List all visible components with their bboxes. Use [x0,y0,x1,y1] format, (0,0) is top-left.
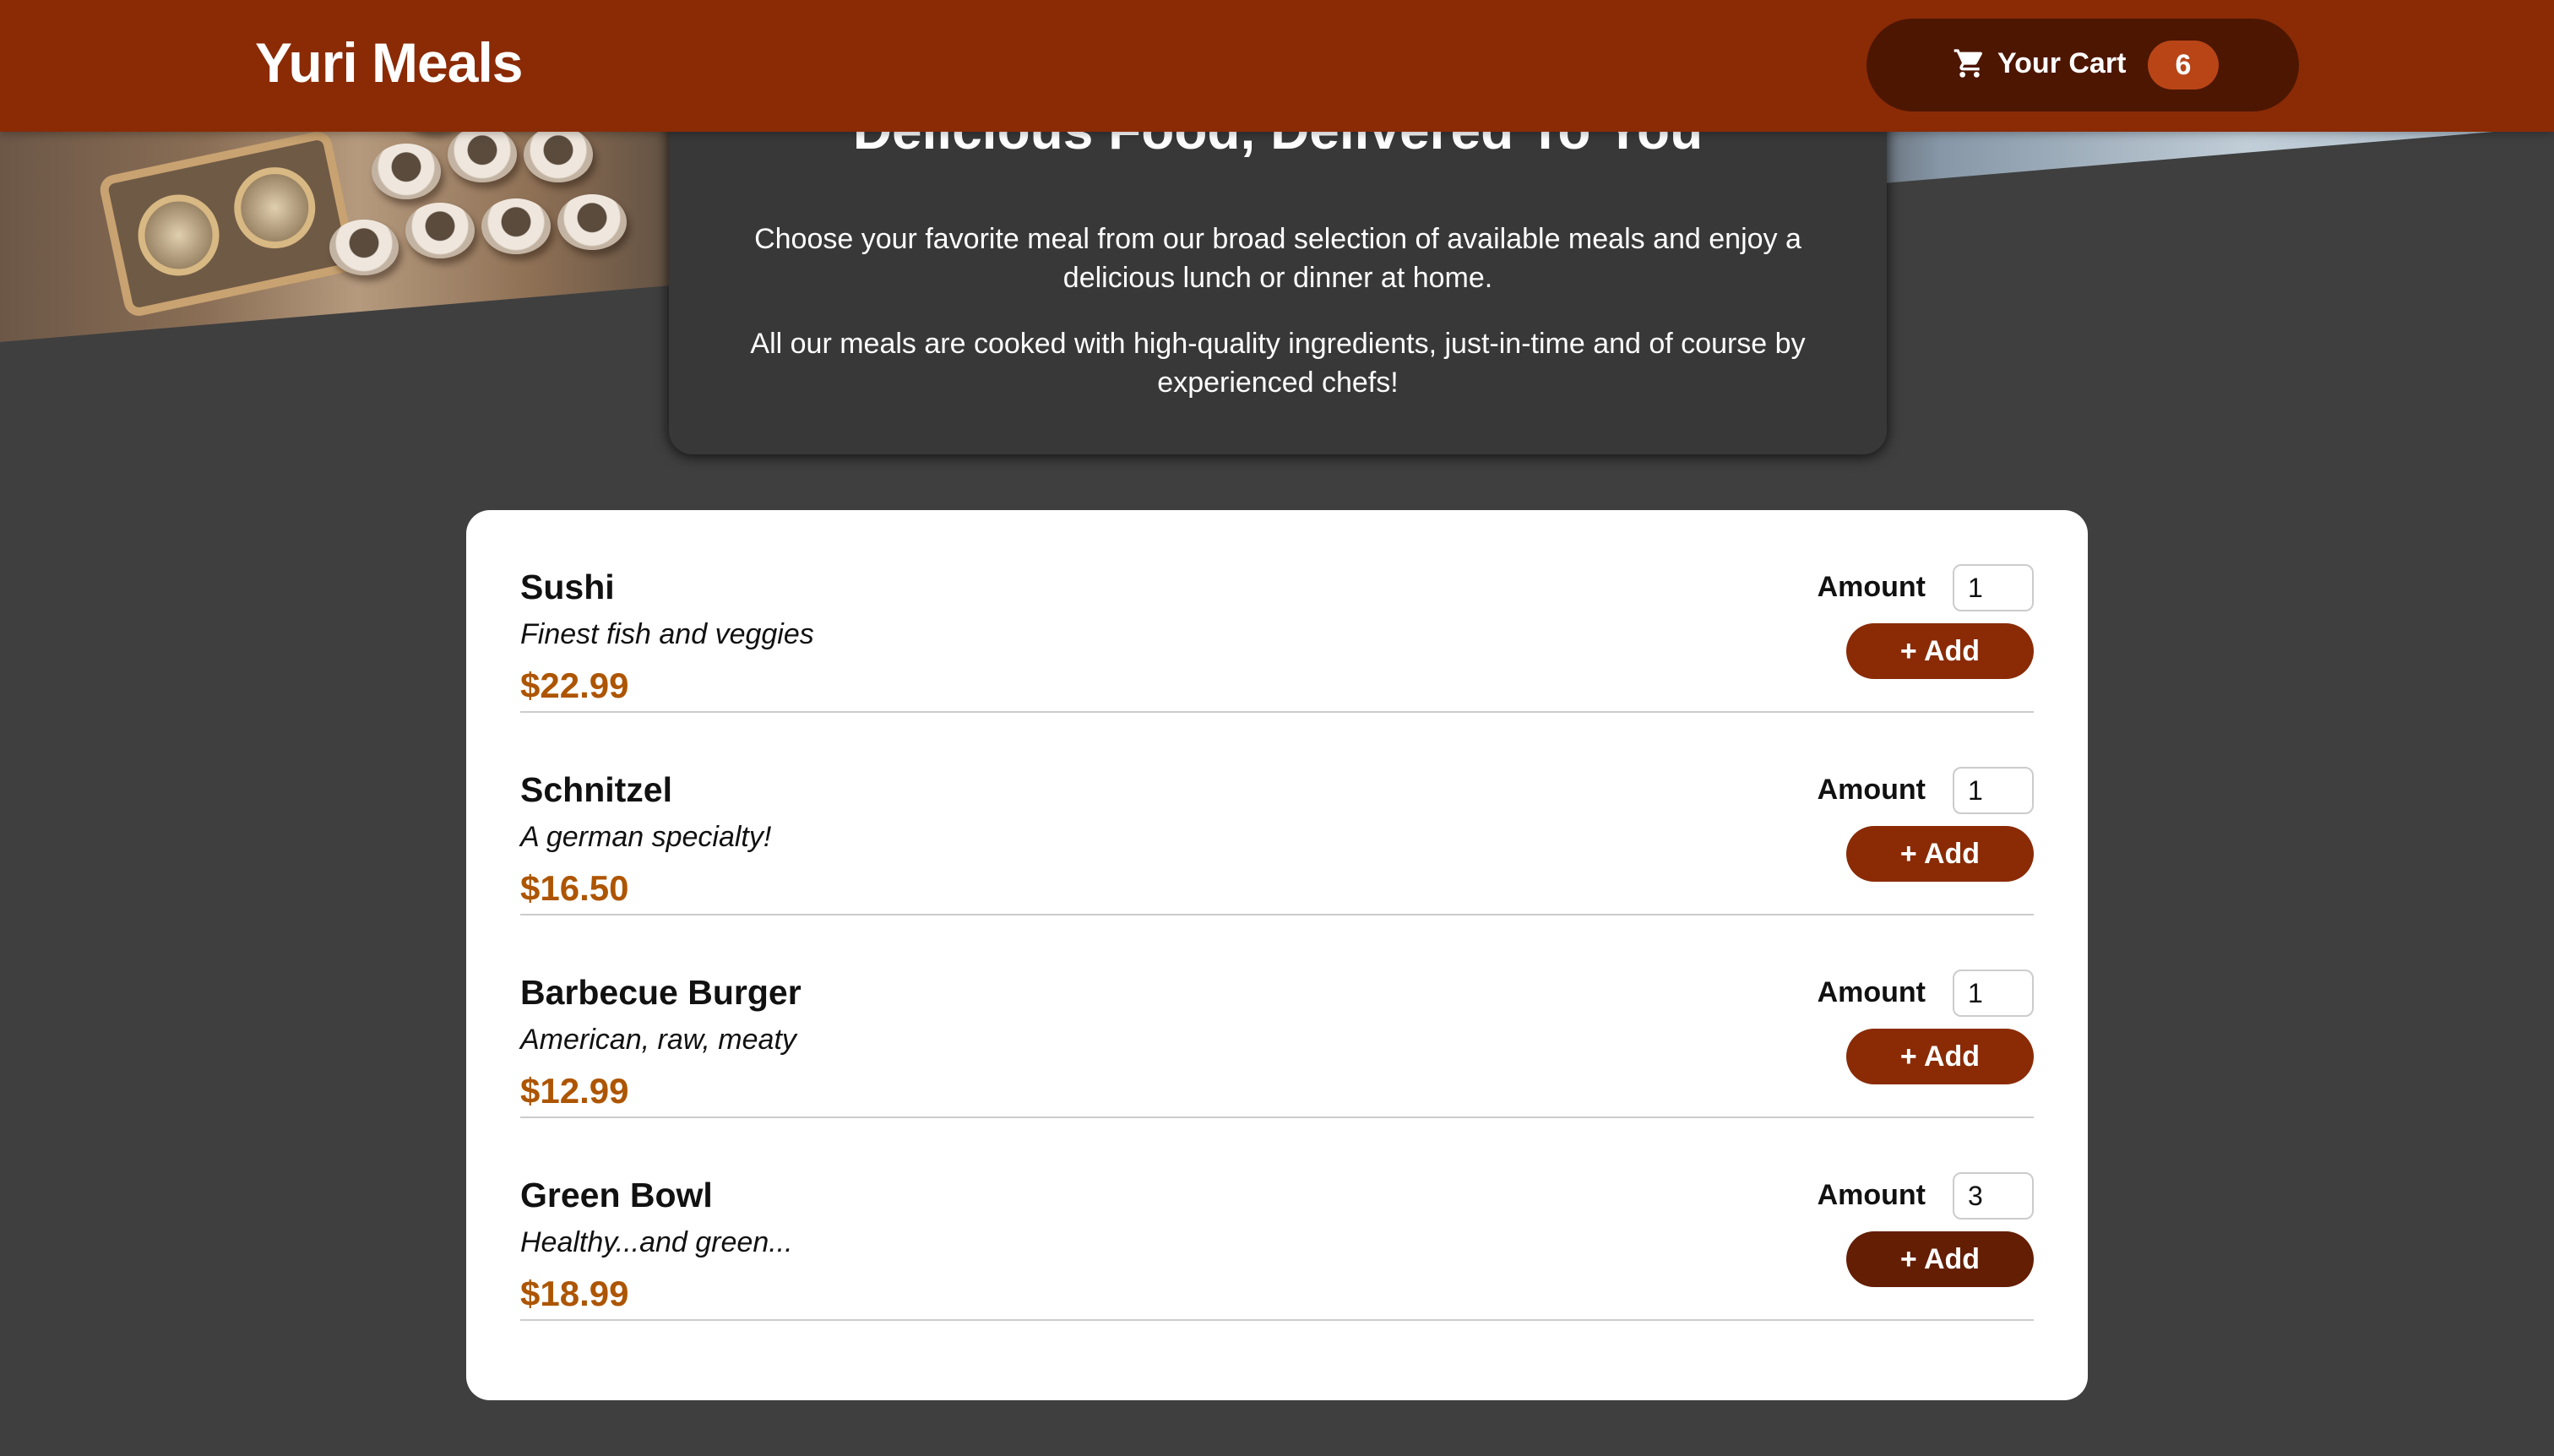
add-to-cart-button[interactable]: + Add [1846,623,2034,679]
cup-decoration [524,127,593,182]
meal-item: Schnitzel A german specialty! $16.50 Amo… [520,713,2034,915]
amount-input[interactable] [1953,1172,2034,1220]
meal-price: $12.99 [520,1071,629,1111]
meal-description: A german specialty! [520,821,772,853]
cup-decoration [448,127,517,182]
cup-decoration [481,198,551,254]
amount-input[interactable] [1953,767,2034,814]
amount-input[interactable] [1953,564,2034,611]
cart-button[interactable]: Your Cart 6 [1867,19,2299,111]
meal-description: Finest fish and veggies [520,618,814,650]
app-title: Yuri Meals [255,31,523,94]
amount-input[interactable] [1953,970,2034,1017]
amount-label: Amount [1817,774,1926,806]
amount-label: Amount [1817,571,1926,603]
meal-description: American, raw, meaty [520,1024,796,1056]
shopping-cart-icon [1954,49,1983,78]
meal-price: $18.99 [520,1274,629,1313]
cart-label: Your Cart [1997,47,2127,79]
amount-label: Amount [1817,1179,1926,1211]
meal-item: Green Bowl Healthy...and green... $18.99… [520,1118,2034,1321]
meal-item: Barbecue Burger American, raw, meaty $12… [520,915,2034,1118]
app-header: Yuri Meals Your Cart 6 [0,0,2554,132]
dial-decoration [226,160,323,257]
meal-price: $22.99 [520,666,629,705]
meal-name: Schnitzel [520,770,672,809]
add-to-cart-button[interactable]: + Add [1846,1029,2034,1084]
add-to-cart-button[interactable]: + Add [1846,1231,2034,1287]
cart-count-badge: 6 [2148,41,2219,90]
meal-price: $16.50 [520,868,629,908]
meal-name: Sushi [520,568,615,606]
cup-decoration [372,144,441,199]
meal-description: Healthy...and green... [520,1226,793,1258]
meal-name: Green Bowl [520,1176,713,1214]
cup-decoration [557,194,627,250]
available-meals-list: Sushi Finest fish and veggies $22.99 Amo… [466,510,2088,1400]
tray-decoration [97,128,359,319]
amount-label: Amount [1817,976,1926,1008]
dial-decoration [130,187,227,284]
summary-paragraph: All our meals are cooked with high-quali… [750,328,1806,399]
cup-decoration [405,203,475,258]
summary-paragraph: Choose your favorite meal from our broad… [754,223,1801,294]
meal-item: Sushi Finest fish and veggies $22.99 Amo… [520,510,2034,713]
add-to-cart-button[interactable]: + Add [1846,826,2034,882]
meal-name: Barbecue Burger [520,973,802,1012]
cup-decoration [329,220,399,275]
